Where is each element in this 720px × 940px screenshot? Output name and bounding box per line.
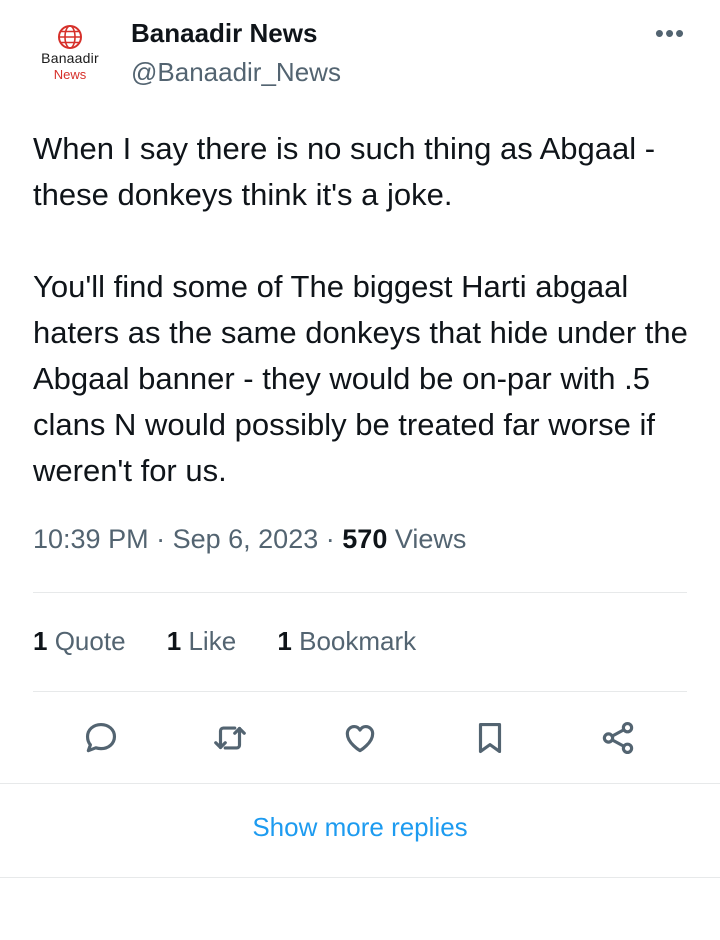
like-button[interactable] — [340, 718, 380, 758]
avatar-logo-subtext: News — [53, 67, 87, 82]
likes-label: Like — [188, 626, 237, 656]
divider — [0, 877, 720, 878]
views-count: 570 — [342, 524, 388, 554]
meta-separator: · — [156, 524, 166, 554]
show-more-replies-link[interactable]: Show more replies — [0, 812, 720, 843]
meta-separator: · — [325, 524, 335, 554]
quotes-label: Quote — [54, 626, 126, 656]
tweet-paragraph: You'll find some of The biggest Harti ab… — [33, 269, 688, 488]
author-handle[interactable]: @Banaadir_News — [131, 57, 341, 88]
divider — [0, 783, 720, 784]
globe-icon — [58, 25, 82, 49]
bookmark-icon — [478, 722, 502, 754]
tweet-time[interactable]: 10:39 PM — [33, 524, 149, 554]
tweet-text: When I say there is no such thing as Abg… — [33, 126, 693, 494]
likes-count: 1 — [166, 626, 182, 656]
avatar-logo-text: Banaadir — [41, 50, 99, 66]
share-icon — [602, 722, 634, 754]
tweet-header: Banaadir News Banaadir News @Banaadir_Ne… — [0, 0, 720, 110]
author-display-name[interactable]: Banaadir News — [131, 18, 317, 49]
share-button[interactable] — [598, 718, 638, 758]
quotes-stat[interactable]: 1 Quote — [33, 626, 126, 657]
views-label: Views — [394, 524, 467, 554]
tweet-date[interactable]: Sep 6, 2023 — [173, 524, 319, 554]
retweet-button[interactable] — [210, 718, 250, 758]
bookmark-button[interactable] — [470, 718, 510, 758]
bookmarks-stat[interactable]: 1 Bookmark — [277, 626, 416, 657]
tweet-actions — [0, 712, 720, 766]
retweet-icon — [214, 726, 246, 750]
reply-button[interactable] — [81, 718, 121, 758]
bookmarks-count: 1 — [277, 626, 292, 656]
tweet-meta: 10:39 PM · Sep 6, 2023 · 570 Views — [33, 524, 466, 555]
tweet-paragraph: When I say there is no such thing as Abg… — [33, 131, 656, 212]
divider — [33, 691, 687, 692]
divider — [33, 592, 687, 593]
reply-icon — [85, 722, 117, 753]
bookmarks-label: Bookmark — [299, 626, 417, 656]
more-options-icon[interactable]: ••• — [650, 18, 690, 52]
likes-stat[interactable]: 1 Like — [167, 626, 236, 657]
tweet-detail-page: Banaadir News Banaadir News @Banaadir_Ne… — [0, 0, 720, 940]
quotes-count: 1 — [33, 626, 48, 656]
heart-icon — [345, 725, 375, 753]
avatar[interactable]: Banaadir News — [30, 22, 110, 84]
engagement-stats: 1 Quote 1 Like 1 Bookmark — [33, 626, 450, 657]
